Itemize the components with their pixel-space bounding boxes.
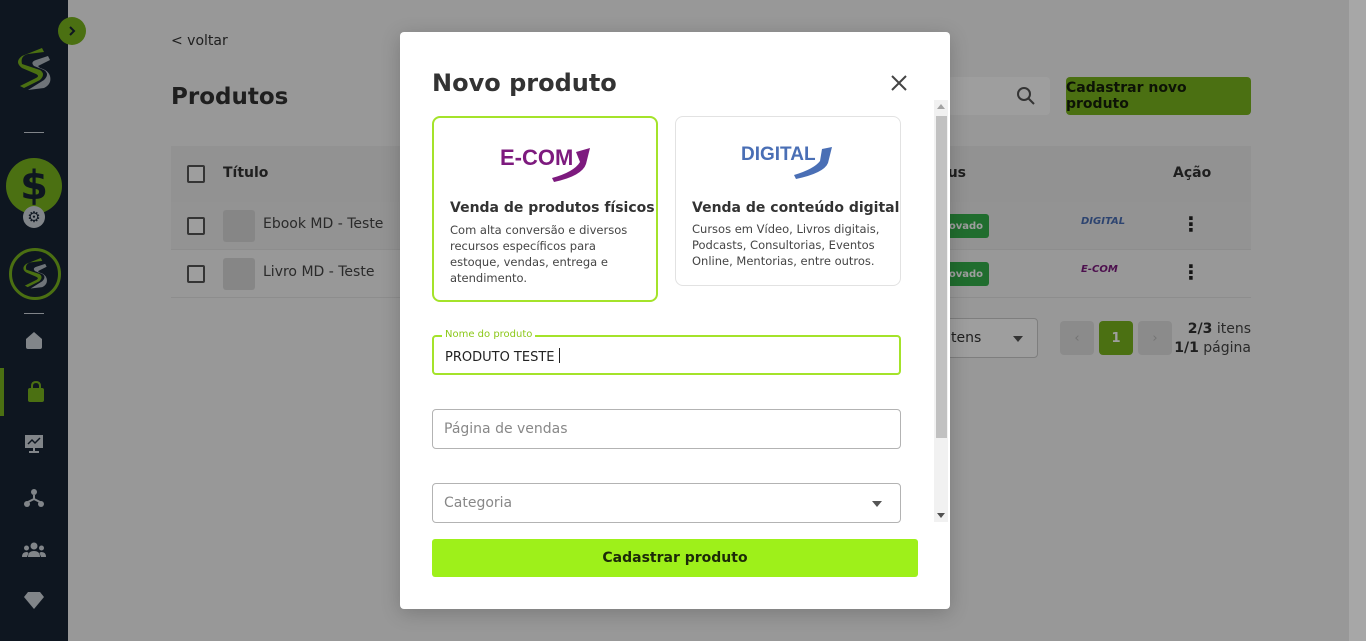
ecom-card-heading: Venda de produtos físicos: [450, 200, 655, 216]
page-scrollbar[interactable]: [1349, 0, 1366, 641]
submit-product-button[interactable]: Cadastrar produto: [432, 539, 918, 577]
digital-card-description: Cursos em Vídeo, Livros digitais, Podcas…: [692, 222, 880, 268]
new-product-modal: Novo produto E-COM Venda de produtos fís…: [400, 32, 950, 609]
modal-title: Novo produto: [432, 69, 617, 97]
sales-page-placeholder: Página de vendas: [444, 421, 568, 437]
product-name-value[interactable]: PRODUTO TESTE: [445, 348, 560, 365]
category-placeholder: Categoria: [444, 495, 513, 511]
ecom-logo-text: E-COM: [500, 145, 573, 170]
close-icon: [891, 75, 907, 91]
digital-card-heading: Venda de conteúdo digital: [692, 200, 900, 216]
modal-scrollbar[interactable]: [934, 100, 948, 522]
digital-product-card[interactable]: DIGITAL Venda de conteúdo digital Cursos…: [675, 116, 901, 286]
category-select[interactable]: Categoria: [432, 483, 901, 523]
digital-logo-text: DIGITAL: [741, 144, 816, 165]
product-name-label: Nome do produto: [442, 329, 536, 340]
ecom-product-card[interactable]: E-COM Venda de produtos físicos Com alta…: [432, 116, 658, 302]
scroll-down-icon[interactable]: [937, 513, 945, 518]
scroll-up-icon[interactable]: [937, 104, 945, 109]
digital-logo: DIGITAL: [676, 135, 900, 185]
sales-page-input[interactable]: Página de vendas: [432, 409, 901, 449]
ecom-card-description: Com alta conversão e diversos recursos e…: [450, 223, 628, 285]
ecom-logo: E-COM: [434, 136, 656, 186]
product-name-field[interactable]: Nome do produto PRODUTO TESTE: [432, 329, 901, 375]
close-button[interactable]: [888, 72, 910, 94]
scrollbar-thumb[interactable]: [936, 116, 947, 438]
chevron-down-icon: [872, 501, 882, 507]
